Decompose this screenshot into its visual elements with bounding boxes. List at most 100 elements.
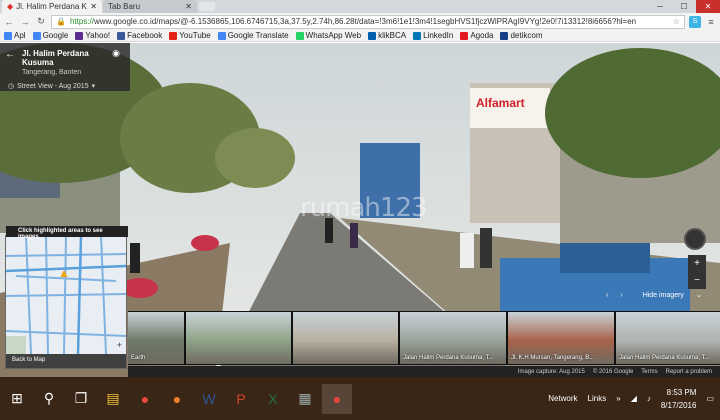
chevron-left-icon[interactable]: ‹ — [606, 292, 608, 299]
windows-taskbar: ⊞ ⚲ ❐ ▤ ● ● W P X ▦ ● Network Links » ◢ … — [0, 377, 720, 420]
windows-start-icon[interactable]: ⊞ — [2, 384, 32, 414]
bookmark-label: Facebook — [127, 31, 163, 40]
bookmark-google[interactable]: Google — [32, 31, 68, 40]
bookmark-linkedin[interactable]: LinkedIn — [413, 31, 453, 40]
imagery-thumbnail[interactable]: Jalan Halim Perdana Kusuma, T... — [616, 312, 720, 364]
bookmark-youtube[interactable]: YouTube — [169, 31, 211, 40]
zoom-in-icon[interactable]: + — [694, 258, 700, 269]
thumbnail-caption-text: Jalan Halim Perdana Kusuma, T... — [403, 355, 494, 361]
imagery-thumbnail-strip: Earth Jalan Halim Perdana Kusuma, T... Jl.… — [128, 311, 720, 365]
back-to-map-button[interactable]: Back to Map — [6, 354, 126, 368]
street-view-date-selector[interactable]: ◷ Street View - Aug 2015 ▾ — [8, 82, 122, 91]
mini-map[interactable]: Click highlighted areas to see images ▲ … — [5, 226, 128, 369]
zoom-controls: + − — [688, 255, 706, 289]
svg-text:Alfamart: Alfamart — [476, 96, 525, 110]
reload-icon[interactable]: ↻ — [35, 16, 47, 28]
star-bookmark-icon[interactable]: ☆ — [673, 17, 680, 26]
bookmark-google-translate[interactable]: Google Translate — [217, 31, 289, 40]
agoda-icon — [460, 31, 469, 40]
street-view-date: Street View - Aug 2015 — [17, 82, 89, 90]
bookmark-agoda[interactable]: Agoda — [460, 31, 493, 40]
powerpoint-icon[interactable]: P — [226, 384, 256, 414]
back-arrow-icon[interactable]: ← — [3, 16, 15, 28]
imagery-thumbnail[interactable]: Jalan Halim Perdana Kusuma, T... — [400, 312, 506, 364]
imagery-thumbnail[interactable] — [293, 312, 398, 364]
tab-title: Jl. Halim Perdana Ku — [16, 2, 88, 11]
notification-icon[interactable]: ▭ — [706, 394, 714, 403]
maximize-icon[interactable]: ☐ — [672, 0, 696, 13]
task-view-icon[interactable]: ❐ — [66, 384, 96, 414]
imagery-thumbnail[interactable]: Earth — [128, 312, 184, 364]
imagery-thumbnail[interactable]: Jl. K.H Mursan, Tangerang, B... — [508, 312, 614, 364]
tray-chevron-icon[interactable]: » — [616, 394, 620, 403]
chrome-active-icon[interactable]: ● — [322, 383, 352, 414]
credit-item[interactable]: Report a problem — [666, 369, 712, 375]
url-text[interactable]: https://www.google.co.id/maps/@-6.153686… — [70, 17, 669, 26]
bookmark-apl[interactable]: Apl — [4, 31, 26, 40]
close-tab-icon[interactable]: ✕ — [90, 2, 97, 11]
compass-icon[interactable] — [684, 228, 706, 250]
map-pin-icon[interactable]: ◉ — [112, 48, 120, 59]
window-controls: ─ ☐ ✕ — [648, 0, 720, 13]
facebook-icon — [117, 31, 126, 40]
chevron-down-icon: ⌄ — [695, 292, 702, 299]
bookmark-klikbca[interactable]: klikBCA — [368, 31, 406, 40]
wifi-icon[interactable]: ◢ — [631, 394, 637, 403]
bookmarks-bar: Apl Google Yahoo! Facebook YouTube Google Tra… — [0, 30, 720, 42]
url-scheme: https:// — [69, 17, 94, 26]
file-explorer-icon[interactable]: ▤ — [98, 384, 128, 414]
imagery-thumbnail[interactable] — [186, 312, 291, 364]
hide-imagery-button[interactable]: Hide imagery — [643, 292, 684, 299]
bookmark-label: detikcom — [510, 31, 543, 40]
chevron-right-icon[interactable]: › — [620, 292, 622, 299]
clock-icon: ◷ — [8, 83, 15, 90]
address-bar[interactable]: 🔒 https://www.google.co.id/maps/@-6.1536… — [51, 14, 685, 29]
network-label[interactable]: Network — [548, 394, 577, 403]
credit-item: © 2016 Google — [592, 368, 634, 375]
browser-tab-strip: ◆ Jl. Halim Perdana Ku ✕ Tab Baru ✕ ─ ☐ … — [0, 0, 720, 13]
translate-icon — [217, 31, 226, 40]
bookmark-detikcom[interactable]: detikcom — [500, 31, 543, 40]
word-icon[interactable]: W — [194, 384, 224, 414]
location-info-card: ← ◉ Jl. Halim Perdana Kusuma Tangerang, … — [0, 43, 130, 91]
mini-map-roads — [5, 235, 127, 355]
maps-favicon-icon: ◆ — [7, 2, 14, 11]
place-region: Tangerang, Banten — [22, 69, 82, 76]
zoom-out-icon[interactable]: − — [694, 275, 700, 286]
calculator-icon[interactable]: ▦ — [290, 384, 320, 414]
pegman-icon[interactable]: ▲ — [58, 266, 70, 280]
chrome-icon[interactable]: ● — [130, 384, 160, 414]
search-icon[interactable]: ⚲ — [34, 384, 64, 414]
close-window-icon[interactable]: ✕ — [696, 0, 720, 13]
tab-inactive[interactable]: Tab Baru ✕ — [103, 0, 197, 13]
close-tab-icon[interactable]: ✕ — [185, 2, 192, 11]
chrome-menu-icon[interactable]: ≡ — [705, 16, 717, 28]
map-hint: Click highlighted areas to see images — [6, 226, 128, 240]
clock[interactable]: 8:53 PM 8/17/2016 — [661, 386, 697, 412]
links-label[interactable]: Links — [588, 394, 607, 403]
system-tray: Network Links » ◢ ♪ 8:53 PM 8/17/2016 ▭ — [548, 377, 714, 420]
detik-icon — [500, 31, 509, 40]
forward-arrow-icon[interactable]: → — [19, 16, 31, 28]
zoom-in-icon[interactable]: + — [117, 340, 122, 350]
back-arrow-icon[interactable]: ← — [5, 49, 15, 60]
skype-extension-icon[interactable]: S — [689, 15, 701, 28]
map-credits: Image capture: Aug 2015 © 2016 Google Term… — [128, 366, 720, 377]
linkedin-icon — [413, 31, 422, 40]
url-rest: www.google.co.id/maps/@-6.1536865,106.67… — [93, 17, 637, 26]
bookmark-yahoo-[interactable]: Yahoo! — [75, 31, 110, 40]
yahoo-icon — [75, 31, 84, 40]
excel-icon[interactable]: X — [258, 384, 288, 414]
minimize-icon[interactable]: ─ — [648, 0, 672, 13]
navigation-bar: ← → ↻ 🔒 https://www.google.co.id/maps/@-… — [0, 13, 720, 30]
tab-active[interactable]: ◆ Jl. Halim Perdana Ku ✕ — [2, 0, 102, 13]
new-tab-button[interactable] — [199, 2, 215, 11]
credit-item[interactable]: Terms — [641, 369, 657, 375]
thumbnail-caption: Jalan Halim Perdana Kusuma, T... — [619, 355, 710, 361]
whatsapp-icon — [295, 31, 304, 40]
volume-icon[interactable]: ♪ — [647, 394, 651, 403]
bookmark-whatsapp-web[interactable]: WhatsApp Web — [295, 31, 361, 40]
street-view-panorama[interactable]: Alfamart rumah123 ← ◉ Jl. Halim Perdana … — [0, 43, 720, 377]
firefox-icon[interactable]: ● — [162, 384, 192, 414]
bookmark-facebook[interactable]: Facebook — [117, 31, 162, 40]
